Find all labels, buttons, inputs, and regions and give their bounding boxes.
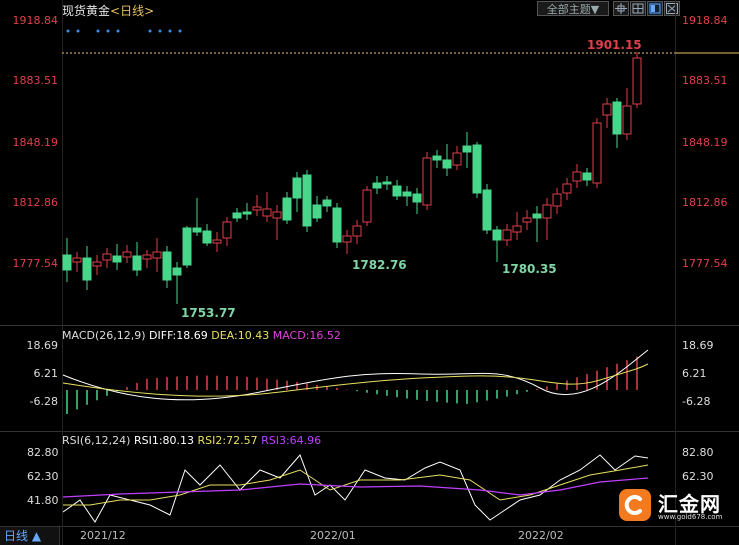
candle[interactable] — [172, 262, 182, 304]
candle[interactable] — [222, 217, 232, 246]
macd-axis-left-1: 18.69 — [26, 339, 59, 352]
price-chart-canvas[interactable] — [0, 0, 739, 545]
candle[interactable] — [292, 172, 302, 212]
candle[interactable] — [262, 192, 272, 222]
macd-axis-right-1: 18.69 — [682, 339, 714, 352]
candle[interactable] — [502, 224, 512, 246]
candle[interactable] — [582, 168, 592, 186]
candle[interactable] — [322, 196, 332, 212]
candle[interactable] — [552, 188, 562, 214]
rsi-header: RSI(6,12,24) RSI1:80.13 RSI2:72.57 RSI3:… — [62, 434, 321, 447]
macd-diff-label: DIFF:18.69 — [149, 329, 208, 342]
candle[interactable] — [282, 192, 292, 224]
x-label-2: 2022/01 — [310, 529, 356, 542]
macd-axis-right-2: 6.21 — [682, 367, 707, 380]
macd-header: MACD(26,12,9) DIFF:18.69 DEA:10.43 MACD:… — [62, 329, 341, 342]
rsi3-line — [62, 477, 649, 498]
candle[interactable] — [112, 244, 122, 270]
candle[interactable] — [632, 52, 642, 108]
candle[interactable] — [232, 208, 242, 222]
x-label-1: 2021/12 — [80, 529, 126, 542]
diff-line — [62, 349, 649, 401]
event-markers[interactable] — [66, 29, 182, 33]
macd-title: MACD(26,12,9) — [62, 329, 146, 342]
candle[interactable] — [202, 224, 212, 246]
candle[interactable] — [72, 252, 82, 272]
rsi3-label: RSI3:64.96 — [261, 434, 322, 447]
candle[interactable] — [82, 246, 92, 290]
candle[interactable] — [572, 164, 582, 188]
rsi2-label: RSI2:72.57 — [197, 434, 258, 447]
candle[interactable] — [612, 98, 622, 148]
rsi1-label: RSI1:80.13 — [133, 434, 195, 447]
x-label-3: 2022/02 — [518, 529, 564, 542]
candle[interactable] — [352, 220, 362, 244]
candle[interactable] — [162, 246, 172, 288]
candle[interactable] — [532, 206, 542, 242]
period-toggle-button[interactable]: 日线 ▲ — [0, 527, 60, 545]
candle[interactable] — [402, 186, 412, 206]
candle[interactable] — [312, 196, 322, 222]
candle[interactable] — [342, 230, 352, 254]
dea-line — [62, 363, 649, 397]
low-annotation-2: 1782.76 — [352, 258, 407, 272]
candle[interactable] — [122, 245, 132, 263]
candle[interactable] — [412, 188, 422, 214]
rsi-axis-left-1: 82.80 — [27, 446, 59, 459]
candle[interactable] — [252, 195, 262, 216]
candle[interactable] — [392, 180, 402, 200]
logo-url: www.gold678.com — [658, 513, 723, 521]
candle[interactable] — [192, 198, 202, 236]
rsi-lines — [62, 454, 649, 523]
candle[interactable] — [592, 118, 602, 188]
macd-lines — [62, 349, 649, 401]
gold678-logo: 汇金网 www.gold678.com — [618, 488, 736, 522]
logo-icon — [619, 489, 651, 521]
candle[interactable] — [332, 203, 342, 248]
rsi-title: RSI(6,12,24) — [62, 434, 131, 447]
rsi1-line — [62, 454, 649, 523]
candle[interactable] — [182, 226, 192, 268]
candle[interactable] — [562, 178, 572, 200]
candle[interactable] — [302, 170, 312, 232]
rsi-axis-right-2: 62.30 — [682, 470, 714, 483]
candle[interactable] — [512, 212, 522, 240]
candle[interactable] — [622, 88, 632, 140]
rsi-axis-left-2: 62.30 — [27, 470, 59, 483]
candle[interactable] — [62, 238, 72, 282]
candle[interactable] — [472, 142, 482, 198]
candle[interactable] — [462, 132, 472, 168]
rsi-axis-left-3: 41.80 — [27, 494, 59, 507]
candle[interactable] — [152, 238, 162, 272]
candle[interactable] — [482, 184, 492, 234]
candle[interactable] — [452, 146, 462, 170]
candle[interactable] — [102, 248, 112, 268]
candle[interactable] — [362, 186, 372, 226]
macd-axis-left-3: -6.28 — [29, 395, 58, 408]
macd-axis-right-3: -6.28 — [682, 395, 711, 408]
candle[interactable] — [132, 242, 142, 276]
macd-histogram — [66, 356, 638, 414]
candle[interactable] — [492, 226, 502, 262]
candle[interactable] — [242, 203, 252, 220]
candle[interactable] — [432, 150, 442, 168]
candle[interactable] — [422, 152, 432, 210]
macd-axis-left-2: 6.21 — [33, 367, 59, 380]
candle[interactable] — [442, 144, 452, 176]
candle[interactable] — [602, 98, 612, 128]
high-annotation: 1901.15 — [587, 38, 642, 52]
candle[interactable] — [382, 176, 392, 190]
candle[interactable] — [542, 198, 552, 240]
rsi-axis-right-1: 82.80 — [682, 446, 714, 459]
macd-value-label: MACD:16.52 — [272, 329, 341, 342]
candle[interactable] — [522, 210, 532, 230]
macd-dea-label: DEA:10.43 — [211, 329, 270, 342]
candle[interactable] — [92, 255, 102, 275]
candle[interactable] — [212, 232, 222, 252]
low-annotation-1: 1753.77 — [181, 306, 236, 320]
candle[interactable] — [142, 250, 152, 268]
candle[interactable] — [272, 205, 282, 240]
candle[interactable] — [372, 176, 382, 194]
low-annotation-3: 1780.35 — [502, 262, 557, 276]
